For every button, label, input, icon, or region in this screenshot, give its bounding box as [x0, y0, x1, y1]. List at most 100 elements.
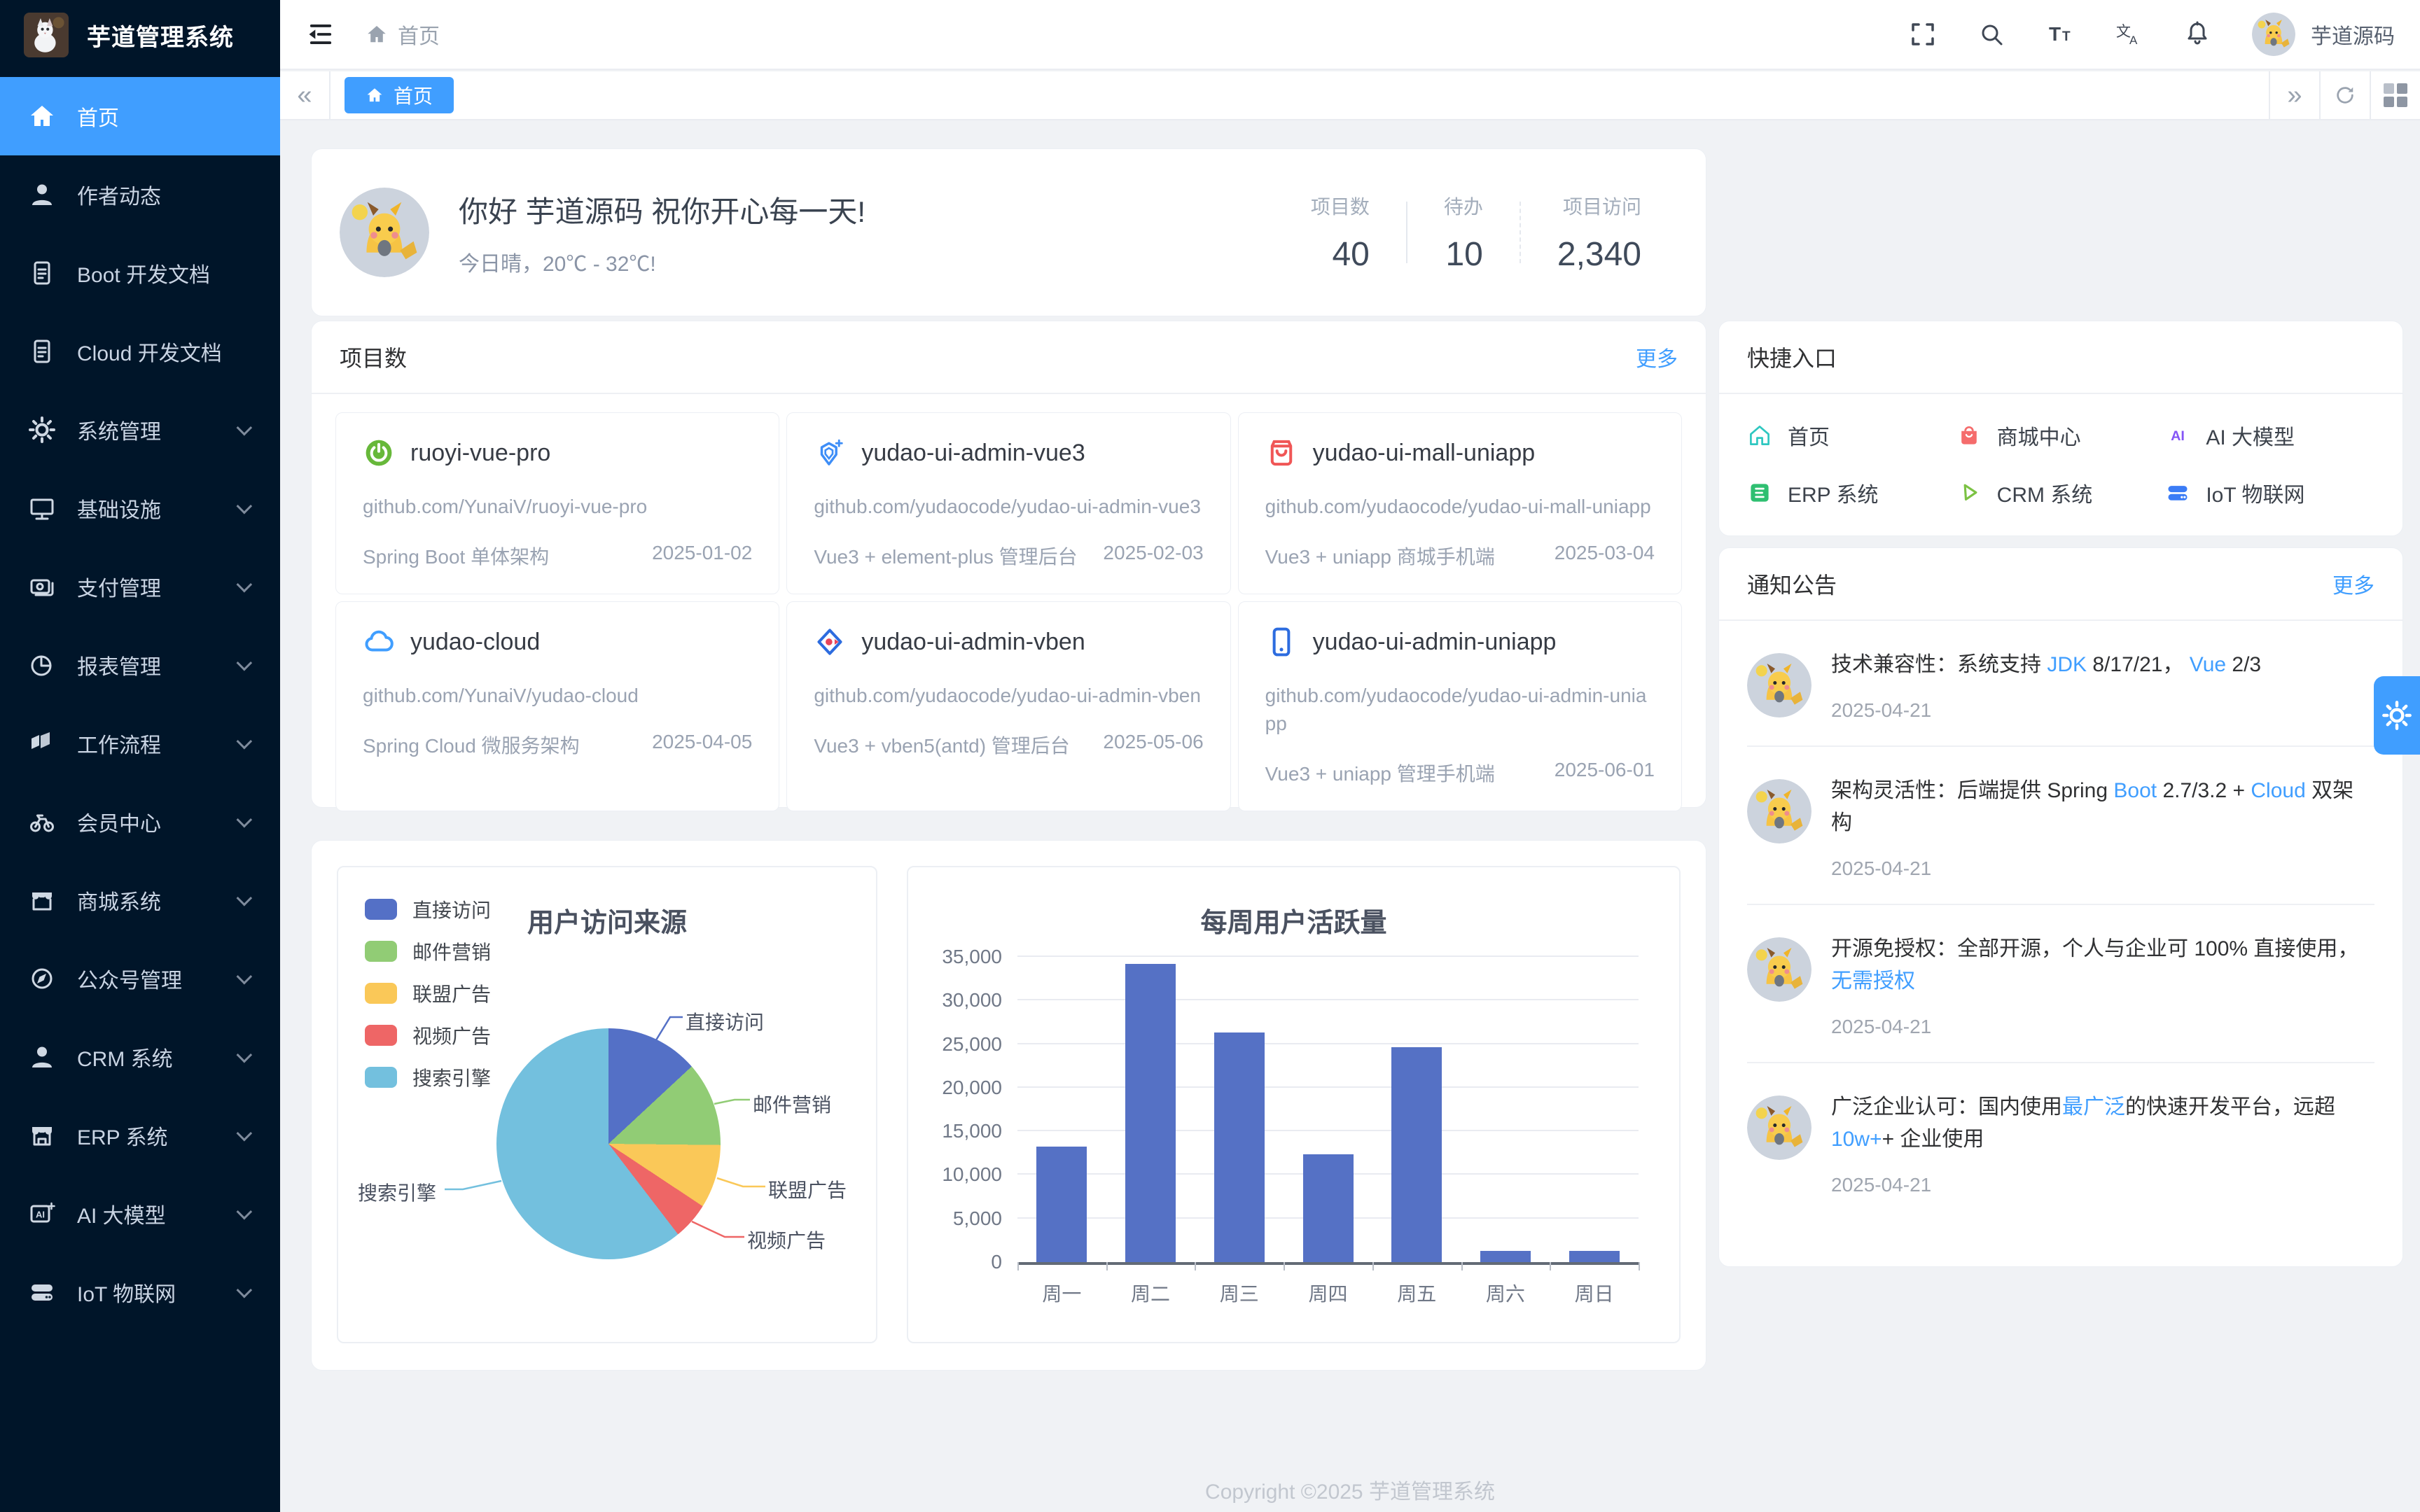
x-axis-tick	[1639, 1262, 1640, 1270]
fullscreen-icon[interactable]	[1909, 20, 1937, 48]
layout-grid-icon[interactable]	[2370, 71, 2420, 119]
app-logo-row[interactable]: 芋道管理系统	[0, 0, 280, 70]
store-icon	[28, 1121, 56, 1149]
project-repo: github.com/yudaocode/yudao-ui-admin-unia…	[1265, 682, 1655, 738]
shortcut-item[interactable]: IoT 物联网	[2165, 470, 2374, 516]
sidebar-item[interactable]: 支付管理	[0, 547, 280, 626]
grid-glyph	[2384, 83, 2407, 107]
x-axis-label: 周五	[1397, 1279, 1436, 1307]
workflow-icon	[28, 729, 56, 757]
svg-text:T: T	[2049, 23, 2061, 45]
menu-fold-icon[interactable]	[305, 19, 336, 50]
chevron-down-icon	[237, 969, 253, 985]
y-axis-tick: 25,000	[942, 1033, 1002, 1056]
shortcut-label: AI 大模型	[2206, 420, 2295, 451]
project-card[interactable]: yudao-ui-mall-uniappgithub.com/yudaocode…	[1238, 412, 1682, 594]
sidebar-item[interactable]: 首页	[0, 77, 280, 155]
search-icon[interactable]	[1977, 20, 2005, 48]
chevron-down-icon	[237, 1282, 253, 1298]
project-card[interactable]: yudao-ui-admin-vue3github.com/yudaocode/…	[786, 412, 1230, 594]
home-icon	[366, 86, 384, 104]
x-axis-tick	[1017, 1262, 1019, 1270]
x-axis-tick	[1550, 1262, 1551, 1270]
sidebar-item[interactable]: 作者动态	[0, 155, 280, 234]
sidebar-item-label: AI 大模型	[77, 1198, 166, 1229]
project-card[interactable]: yudao-ui-admin-uniappgithub.com/yudaocod…	[1238, 601, 1682, 811]
bell-icon[interactable]	[2183, 20, 2211, 48]
chevron-double-right-icon[interactable]: »	[2269, 71, 2319, 119]
shortcut-item[interactable]: 商城中心	[1956, 412, 2166, 458]
breadcrumb[interactable]: 首页	[366, 19, 440, 50]
header-actions: TT 文A 芋道源码	[1909, 13, 2395, 56]
notice-item[interactable]: 架构灵活性：后端提供 Spring Boot 2.7/3.2 + Cloud 双…	[1747, 747, 2374, 905]
project-card[interactable]: yudao-cloud github.com/YunaiV/yudao-cloud…	[335, 601, 779, 811]
bicycle-icon	[28, 808, 56, 836]
notice-date: 2025-04-21	[1831, 1016, 2374, 1038]
sidebar-item[interactable]: 公众号管理	[0, 939, 280, 1018]
sidebar-item[interactable]: 工作流程	[0, 704, 280, 783]
project-name: yudao-cloud	[410, 629, 540, 656]
sidebar-item[interactable]: Cloud 开发文档	[0, 312, 280, 391]
refresh-icon[interactable]	[2319, 71, 2370, 119]
notices-more-link[interactable]: 更多	[2332, 568, 2374, 599]
sidebar-item[interactable]: Boot 开发文档	[0, 234, 280, 312]
username[interactable]: 芋道源码	[2311, 19, 2395, 50]
sidebar-item-label: Boot 开发文档	[77, 258, 210, 288]
ai-text-icon: AI	[2165, 423, 2190, 448]
x-axis-tick	[1372, 1262, 1374, 1270]
sidebar-item-label: 商城系统	[77, 885, 161, 916]
shortcut-item[interactable]: CRM 系统	[1956, 470, 2166, 516]
sidebar-item[interactable]: 基础设施	[0, 469, 280, 547]
x-axis-tick	[1461, 1262, 1463, 1270]
sidebar-item[interactable]: IoT 物联网	[0, 1253, 280, 1331]
sidebar-item[interactable]: AIAI 大模型	[0, 1175, 280, 1253]
pie-slice-label: 搜索引擎	[358, 1178, 436, 1206]
project-card[interactable]: ruoyi-vue-progithub.com/YunaiV/ruoyi-vue…	[335, 412, 779, 594]
projects-more-link[interactable]: 更多	[1636, 342, 1678, 372]
greeting-subtitle: 今日晴，20℃ - 32℃!	[459, 246, 865, 277]
shortcut-item[interactable]: ERP 系统	[1747, 470, 1956, 516]
avatar[interactable]	[2252, 13, 2295, 56]
sidebar-item[interactable]: 商城系统	[0, 861, 280, 939]
project-date: 2025-04-05	[652, 731, 752, 759]
projects-grid: ruoyi-vue-progithub.com/YunaiV/ruoyi-vue…	[312, 394, 1706, 830]
settings-gear-button[interactable]	[2374, 676, 2420, 755]
notice-item[interactable]: 广泛企业认可：国内使用最广泛的快速开发平台，远超 10w++ 企业使用2025-…	[1747, 1063, 2374, 1220]
footer-copyright: Copyright ©2025 芋道管理系统	[280, 1474, 2420, 1505]
sidebar-item[interactable]: ERP 系统	[0, 1096, 280, 1175]
font-size-icon[interactable]: TT	[2046, 20, 2074, 48]
shortcut-item[interactable]: AI AI 大模型	[2165, 412, 2374, 458]
project-repo: github.com/YunaiV/yudao-cloud	[363, 682, 752, 710]
sidebar-item-label: 首页	[77, 101, 119, 132]
sidebar-item[interactable]: 报表管理	[0, 626, 280, 704]
project-card[interactable]: yudao-ui-admin-vbengithub.com/yudaocode/…	[786, 601, 1230, 811]
wallet-icon	[28, 573, 56, 601]
x-axis-label: 周六	[1486, 1279, 1525, 1307]
iot-blue-icon	[2165, 480, 2190, 505]
sidebar-item[interactable]: 系统管理	[0, 391, 280, 469]
greeting-stats: 项目数40待办10项目访问2,340	[1274, 192, 1678, 274]
project-desc: Vue3 + element-plus 管理后台	[814, 542, 1077, 570]
iot-icon	[28, 1278, 56, 1306]
sidebar-item[interactable]: 会员中心	[0, 783, 280, 861]
projects-card: 项目数 更多 ruoyi-vue-progithub.com/YunaiV/ru…	[311, 321, 1706, 808]
stat: 待办10	[1407, 192, 1520, 274]
stat-value: 10	[1444, 235, 1483, 274]
app-title: 芋道管理系统	[87, 18, 234, 52]
sidebar-item-label: 作者动态	[77, 179, 161, 210]
tab-home[interactable]: 首页	[345, 77, 454, 113]
bar	[1480, 1251, 1531, 1262]
y-axis-tick: 35,000	[942, 946, 1002, 968]
chevron-double-left-icon[interactable]: «	[280, 71, 331, 119]
bar-chart-plot: 05,00010,00015,00020,00025,00030,00035,0…	[1017, 957, 1639, 1265]
pikachu-avatar	[1747, 779, 1811, 844]
notice-item[interactable]: 技术兼容性：系统支持 JDK 8/17/21， Vue 2/32025-04-2…	[1747, 621, 2374, 747]
bar-chart-title: 每周用户活跃量	[908, 901, 1679, 939]
language-icon[interactable]: 文A	[2115, 20, 2143, 48]
shopping-bag-icon	[1265, 437, 1298, 469]
notice-item[interactable]: 开源免授权：全部开源，个人与企业可 100% 直接使用，无需授权2025-04-…	[1747, 905, 2374, 1063]
svg-text:文: 文	[2116, 24, 2131, 40]
svg-text:T: T	[2062, 29, 2071, 44]
sidebar-item[interactable]: CRM 系统	[0, 1018, 280, 1096]
shortcut-item[interactable]: 首页	[1747, 412, 1956, 458]
